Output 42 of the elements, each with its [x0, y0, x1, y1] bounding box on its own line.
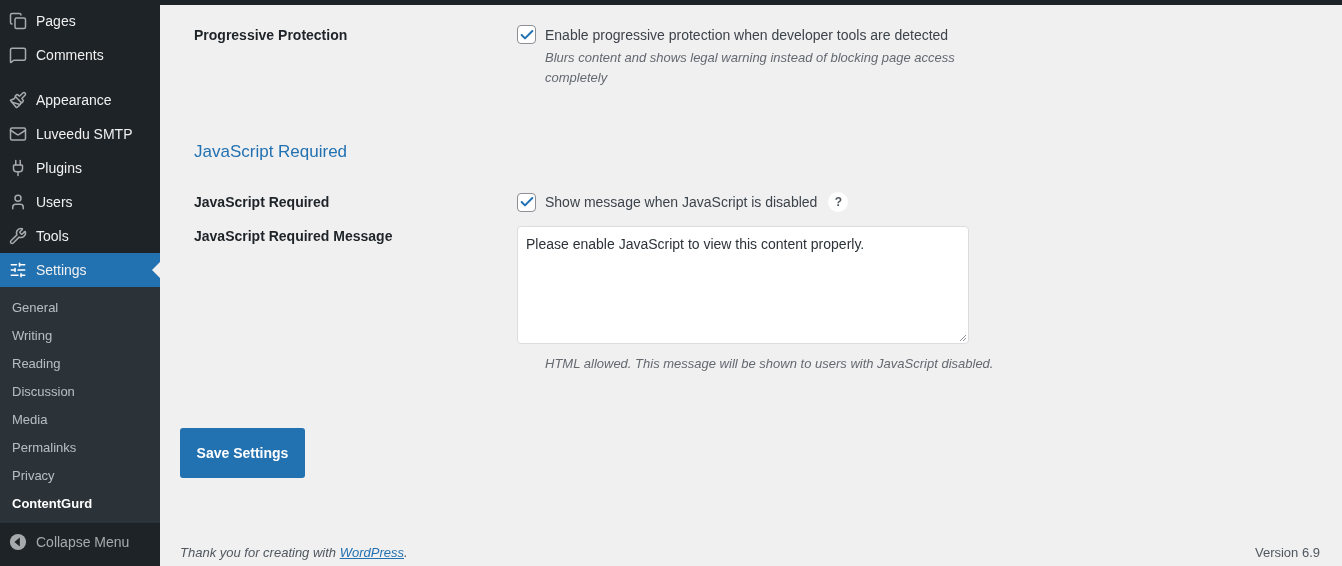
submenu-item[interactable]: Reading — [0, 349, 160, 377]
collapse-menu-button[interactable]: Collapse Menu — [0, 523, 160, 551]
submenu-item[interactable]: General — [0, 293, 160, 321]
checkbox[interactable] — [517, 25, 536, 44]
help-icon[interactable]: ? — [828, 192, 849, 212]
field-description: HTML allowed. This message will be shown to users with JavaScript disabled. — [545, 355, 995, 373]
submenu-item[interactable]: Privacy — [0, 461, 160, 489]
field-description: Blurs content and shows legal warning instead of blocking page access completely — [545, 49, 956, 87]
comment-icon — [9, 46, 27, 64]
menu-item[interactable]: Comments — [0, 38, 160, 72]
field-label: JavaScript Required — [194, 193, 331, 212]
menu-item[interactable]: Pages — [0, 4, 160, 38]
submenu-item[interactable]: Discussion — [0, 377, 160, 405]
field-label: JavaScript Required Message — [194, 227, 394, 246]
save-settings-button[interactable]: Save Settings — [180, 428, 305, 478]
wordpress-link[interactable]: WordPress — [339, 545, 404, 560]
paintbrush-icon — [9, 91, 27, 109]
message-textarea[interactable]: Please enable JavaScript to view this content properly. — [517, 226, 969, 344]
section-heading: JavaScript Required — [194, 142, 349, 162]
field-label: Progressive Protection — [194, 26, 349, 45]
pages-icon — [9, 12, 27, 30]
menu-item[interactable]: Users — [0, 185, 160, 219]
footer-text: Thank you for creating with WordPress. — [180, 545, 408, 560]
menu-item[interactable]: Tools — [0, 219, 160, 253]
user-icon — [9, 193, 27, 211]
menu-item[interactable]: Luveedu SMTP — [0, 117, 160, 151]
mail-icon — [9, 125, 27, 143]
submenu-item[interactable]: Permalinks — [0, 433, 160, 461]
version-text: Version 6.9 — [1254, 545, 1320, 560]
menu-item[interactable]: Settings — [0, 253, 160, 287]
collapse-icon — [9, 533, 27, 551]
option-label: Show message when JavaScript is disabled — [545, 194, 818, 210]
submenu-item[interactable]: ContentGurd — [0, 489, 160, 517]
menu-item[interactable]: Plugins — [0, 151, 160, 185]
submenu-item[interactable]: Media — [0, 405, 160, 433]
menu-item[interactable]: Appearance — [0, 83, 160, 117]
sliders-icon — [9, 261, 27, 279]
resize-grip-icon[interactable] — [959, 334, 967, 342]
submenu-item[interactable]: Writing — [0, 321, 160, 349]
checkbox[interactable] — [517, 192, 536, 212]
wrench-icon — [9, 227, 27, 245]
option-label: Enable progressive protection when developer tools are detected — [545, 26, 949, 43]
